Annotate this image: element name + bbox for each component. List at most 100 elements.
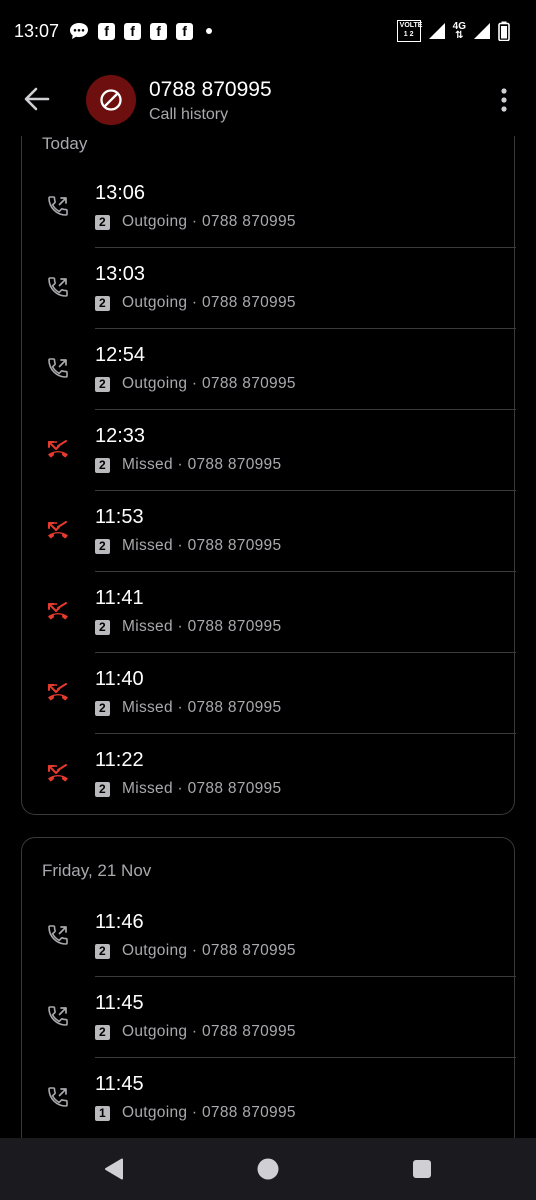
missed-call-icon [48, 764, 68, 782]
call-history-row[interactable]: 13:03 2 Outgoing · 0788 870995 [22, 248, 516, 329]
facebook-icon: f [98, 22, 116, 40]
sim-badge-icon: 2 [95, 377, 110, 392]
more-options-button[interactable] [492, 86, 516, 114]
date-group-card: Friday, 21 Nov 11:46 2 Outgoing · 0788 870… [21, 837, 516, 1138]
avatar[interactable] [86, 75, 136, 125]
outgoing-call-icon [48, 196, 68, 216]
sim-badge-icon: 2 [95, 620, 110, 635]
nav-recents-button[interactable] [409, 1157, 435, 1181]
call-detail-label: Outgoing · 0788 870995 [122, 213, 296, 230]
call-history-row[interactable]: 11:22 2 Missed · 0788 870995 [22, 734, 516, 815]
status-bar: 13:07 f f f f VOLTE 1 2 4G ⇅ [0, 0, 536, 62]
system-icons: VOLTE 1 2 4G ⇅ [396, 20, 510, 42]
call-detail-label: Outgoing · 0788 870995 [122, 1104, 296, 1121]
call-history-row[interactable]: 11:53 2 Missed · 0788 870995 [22, 491, 516, 572]
signal-icon [473, 22, 491, 40]
date-header: Today [42, 136, 88, 153]
call-history-list[interactable]: Today 13:06 2 Outgoing · 0788 870995 13:03… [0, 136, 536, 1138]
notification-icons: f f f f [69, 22, 213, 40]
call-detail-label: Outgoing · 0788 870995 [122, 294, 296, 311]
navigation-bar [0, 1138, 536, 1200]
call-history-row[interactable]: 11:41 2 Missed · 0788 870995 [22, 572, 516, 653]
call-time: 11:40 [95, 668, 144, 690]
missed-call-icon [46, 437, 70, 461]
call-detail: 2 Outgoing · 0788 870995 [95, 375, 296, 393]
call-time: 12:33 [95, 425, 146, 447]
call-history-row[interactable]: 11:40 2 Missed · 0788 870995 [22, 653, 516, 734]
sim-badge-icon: 2 [95, 539, 110, 554]
call-time: 13:06 [95, 182, 146, 204]
call-detail-label: Outgoing · 0788 870995 [122, 375, 296, 392]
call-time: 13:03 [95, 263, 146, 285]
nav-home-button[interactable] [255, 1157, 281, 1181]
sim-badge-icon: 2 [95, 458, 110, 473]
back-button[interactable] [20, 84, 54, 114]
call-detail: 2 Missed · 0788 870995 [95, 456, 281, 474]
missed-call-icon [46, 680, 70, 704]
call-history-screen: 13:07 f f f f VOLTE 1 2 4G ⇅ 0788 870995… [0, 0, 536, 1200]
date-header: Friday, 21 Nov [42, 861, 152, 880]
nav-back-button[interactable] [101, 1157, 127, 1181]
app-header: 0788 870995 Call history [0, 62, 536, 136]
call-history-row[interactable]: 12:33 2 Missed · 0788 870995 [22, 410, 516, 491]
more-vertical-icon [501, 88, 507, 112]
missed-call-icon [46, 599, 70, 623]
facebook-icon: f [124, 22, 142, 40]
call-detail: 2 Missed · 0788 870995 [95, 699, 281, 717]
status-time: 13:07 [14, 20, 60, 41]
call-time: 11:22 [95, 749, 144, 771]
call-detail-label: Missed · 0788 870995 [122, 456, 282, 473]
triangle-back-icon [105, 1158, 123, 1180]
square-recents-icon [413, 1160, 431, 1178]
outgoing-call-icon [46, 275, 70, 299]
sim-badge-icon: 2 [95, 944, 110, 959]
missed-call-icon [48, 440, 68, 458]
date-group-card: Today 13:06 2 Outgoing · 0788 870995 13:03… [21, 136, 516, 815]
outgoing-call-icon [46, 1004, 70, 1028]
missed-call-icon [46, 761, 70, 785]
call-history-row[interactable]: 11:45 1 Outgoing · 0788 870995 [22, 1058, 516, 1138]
call-detail: 2 Outgoing · 0788 870995 [95, 1023, 296, 1041]
call-time: 11:45 [95, 992, 144, 1014]
call-detail-label: Missed · 0788 870995 [122, 537, 282, 554]
sim-badge-icon: 2 [95, 1025, 110, 1040]
call-time: 11:41 [95, 587, 144, 609]
sim-badge-icon: 2 [95, 296, 110, 311]
network-4g-icon: 4G ⇅ [452, 21, 466, 41]
page-subtitle: Call history [149, 106, 229, 123]
missed-call-icon [48, 602, 68, 620]
missed-call-icon [48, 683, 68, 701]
page-title: 0788 870995 [149, 78, 272, 101]
sim-badge-icon: 2 [95, 782, 110, 797]
call-time: 11:46 [95, 911, 144, 933]
call-detail: 2 Missed · 0788 870995 [95, 780, 281, 798]
message-icon [69, 22, 89, 40]
volte-icon: VOLTE 1 2 [396, 20, 422, 42]
call-detail: 2 Outgoing · 0788 870995 [95, 213, 296, 231]
call-detail-label: Missed · 0788 870995 [122, 780, 282, 797]
call-history-row[interactable]: 13:06 2 Outgoing · 0788 870995 [22, 167, 516, 248]
more-notifications-dot [206, 28, 213, 34]
sim-badge-icon: 1 [95, 1106, 110, 1121]
outgoing-call-icon [46, 356, 70, 380]
call-detail: 1 Outgoing · 0788 870995 [95, 1104, 296, 1122]
call-detail: 2 Missed · 0788 870995 [95, 618, 281, 636]
outgoing-call-icon [48, 358, 68, 378]
outgoing-call-icon [46, 923, 70, 947]
facebook-icon: f [150, 22, 168, 40]
call-history-row[interactable]: 11:46 2 Outgoing · 0788 870995 [22, 896, 516, 977]
call-detail-label: Outgoing · 0788 870995 [122, 1023, 296, 1040]
outgoing-call-icon [48, 1006, 68, 1026]
call-time: 11:53 [95, 506, 144, 528]
missed-call-icon [46, 518, 70, 542]
call-history-row[interactable]: 12:54 2 Outgoing · 0788 870995 [22, 329, 516, 410]
call-detail-label: Outgoing · 0788 870995 [122, 942, 296, 959]
call-time: 12:54 [95, 344, 146, 366]
sim-badge-icon: 2 [95, 701, 110, 716]
call-history-row[interactable]: 11:45 2 Outgoing · 0788 870995 [22, 977, 516, 1058]
circle-home-icon [257, 1158, 279, 1180]
outgoing-call-icon [48, 1087, 68, 1107]
arrow-left-icon [24, 87, 50, 111]
signal-icon [428, 22, 446, 40]
outgoing-call-icon [46, 194, 70, 218]
